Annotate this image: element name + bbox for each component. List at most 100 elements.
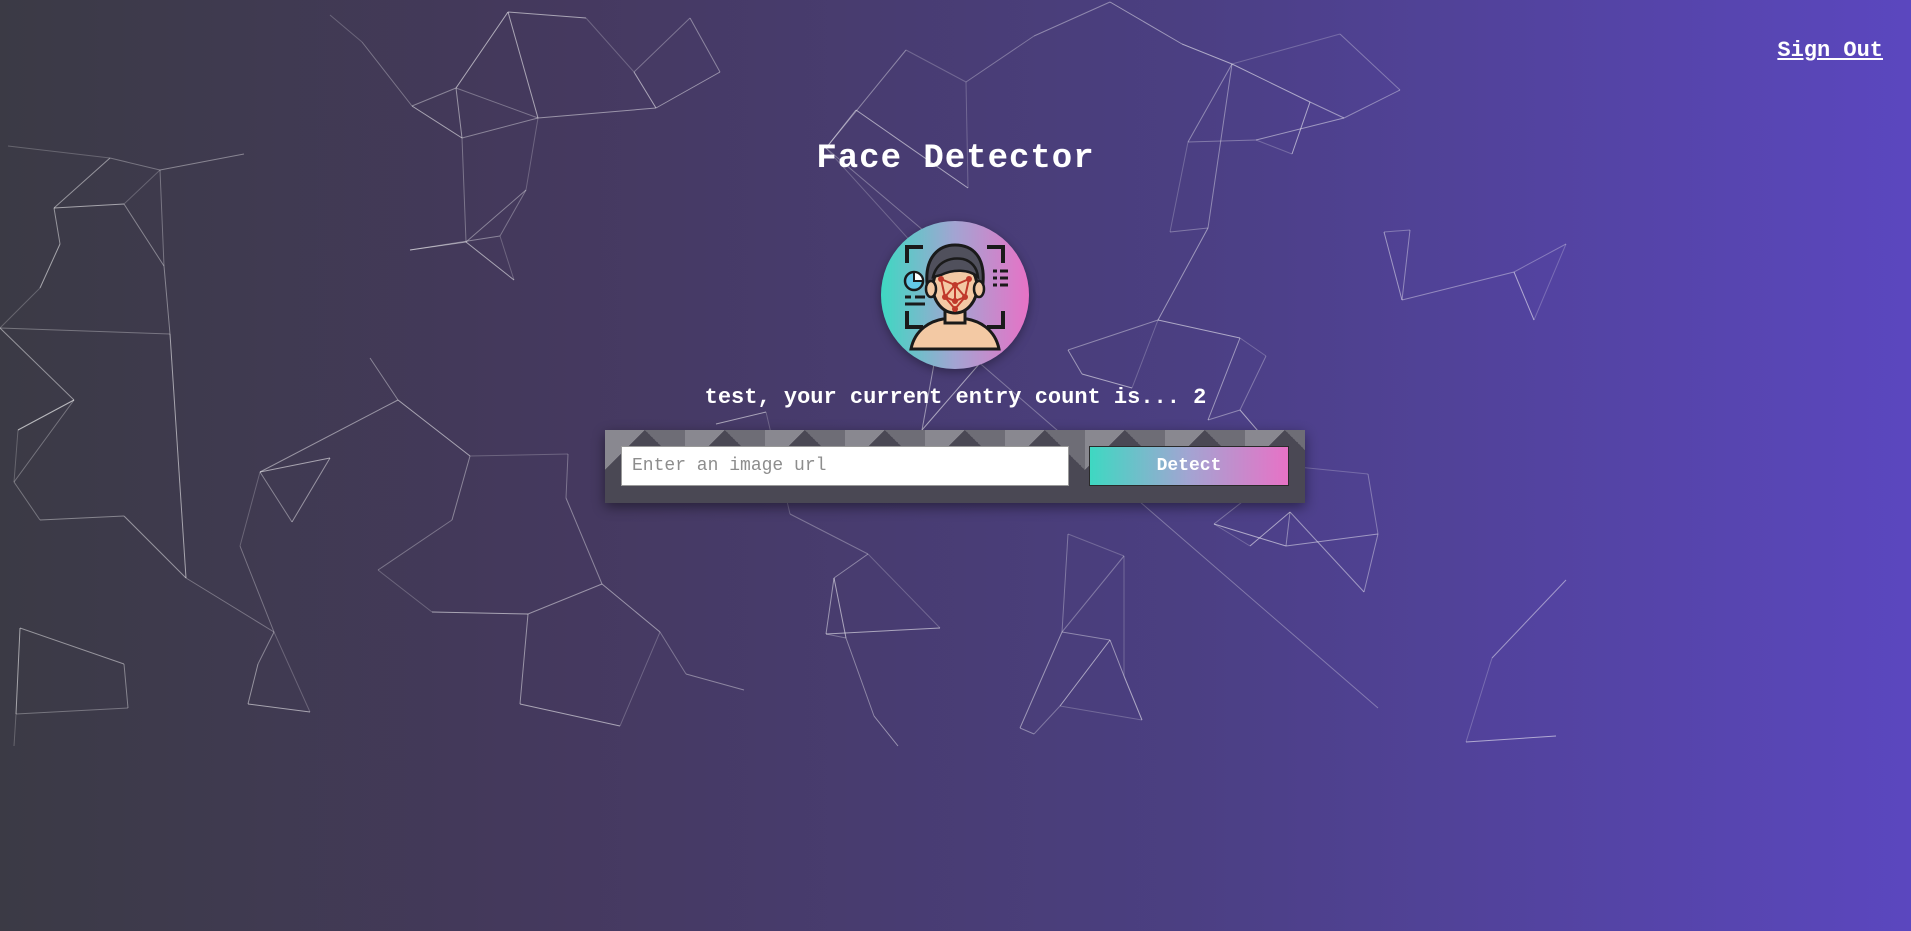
particle-link <box>1285 511 1291 547</box>
particle-link <box>1367 473 1379 535</box>
particle-link <box>411 87 457 107</box>
particle-link <box>1067 533 1125 557</box>
particle-link <box>1533 243 1567 321</box>
particle-link <box>1383 229 1411 233</box>
particle-link <box>13 713 17 747</box>
page-title: Face Detector <box>816 140 1095 178</box>
particle-link <box>1059 705 1143 721</box>
particle-link <box>905 49 967 83</box>
particle-link <box>123 203 165 267</box>
particle-link <box>1343 89 1401 119</box>
image-url-input[interactable] <box>621 446 1069 486</box>
particle-link <box>537 107 657 119</box>
particle-link <box>13 481 41 521</box>
face-recognition-icon <box>903 243 1008 351</box>
particle-link <box>53 203 125 209</box>
particle-link <box>619 631 661 727</box>
particle-link <box>1067 319 1159 351</box>
particle-link <box>0 327 171 335</box>
particle-link <box>1309 101 1345 119</box>
particle-link <box>585 17 635 73</box>
particle-link <box>633 17 691 73</box>
particle-link <box>13 429 19 483</box>
particle-link <box>873 715 899 747</box>
particle-link <box>1123 675 1143 721</box>
particle-link <box>239 471 261 547</box>
particle-link <box>655 71 721 109</box>
particle-link <box>377 519 453 571</box>
particle-link <box>1067 349 1083 375</box>
particle-link <box>499 235 515 281</box>
particle-link <box>409 241 467 251</box>
particle-link <box>257 631 275 665</box>
particle-link <box>259 457 331 473</box>
particle-link <box>1061 631 1111 641</box>
particle-link <box>239 545 275 633</box>
particle-link <box>1383 231 1403 301</box>
particle-link <box>451 455 471 521</box>
particle-link <box>1491 579 1567 659</box>
particle-link <box>169 333 187 579</box>
particle-link <box>1109 1 1183 45</box>
particle-link <box>1285 533 1379 547</box>
particle-link <box>1033 705 1061 735</box>
particle-link <box>39 243 61 289</box>
particle-link <box>361 41 413 107</box>
particle-link <box>465 241 515 281</box>
particle-link <box>465 189 527 243</box>
particle-link <box>123 515 187 579</box>
particle-link <box>507 11 539 119</box>
particle-link <box>1181 43 1233 65</box>
detect-button[interactable]: Detect <box>1089 446 1289 486</box>
particle-link <box>715 411 767 425</box>
particle-link <box>1239 337 1267 357</box>
particle-link <box>499 189 527 237</box>
particle-link <box>291 457 331 523</box>
particle-link <box>1061 533 1069 633</box>
particle-link <box>1157 227 1209 321</box>
particle-link <box>163 265 171 335</box>
particle-link <box>431 611 529 615</box>
particle-link <box>833 577 847 639</box>
particle-link <box>527 583 603 615</box>
particle-link <box>0 287 41 329</box>
particle-link <box>1131 319 1159 389</box>
particle-link <box>633 71 657 109</box>
particle-link <box>273 631 311 713</box>
particle-link <box>1109 639 1125 677</box>
particle-link <box>259 399 399 473</box>
particle-link <box>1157 319 1241 339</box>
particle-link <box>507 11 587 19</box>
particle-link <box>469 453 569 457</box>
particle-link <box>689 17 721 73</box>
particle-link <box>13 399 75 483</box>
particle-link <box>455 87 539 119</box>
particle-link <box>377 569 433 613</box>
particle-link <box>659 631 687 675</box>
particle-link <box>1213 523 1251 547</box>
particle-link <box>565 497 603 585</box>
particle-link <box>1213 523 1287 547</box>
particle-link <box>455 11 509 89</box>
particle-link <box>965 35 1035 83</box>
particle-link <box>1401 271 1515 301</box>
particle-link <box>1513 243 1567 273</box>
particle-link <box>845 637 875 717</box>
particle-link <box>867 553 941 629</box>
particle-link <box>1169 227 1209 233</box>
particle-link <box>1231 33 1341 65</box>
particle-link <box>833 553 869 579</box>
particle-link <box>685 673 745 691</box>
particle-link <box>825 627 941 635</box>
particle-link <box>601 583 661 633</box>
particle-link <box>1465 657 1493 743</box>
sign-out-link[interactable]: Sign Out <box>1777 38 1883 63</box>
image-link-form: Detect <box>605 430 1305 503</box>
particle-link <box>1231 63 1311 103</box>
particle-link <box>1401 229 1411 301</box>
particle-link <box>1255 117 1345 141</box>
particle-link <box>519 703 621 727</box>
particle-link <box>1061 555 1125 633</box>
particle-link <box>1465 735 1557 743</box>
particle-link <box>519 613 529 705</box>
